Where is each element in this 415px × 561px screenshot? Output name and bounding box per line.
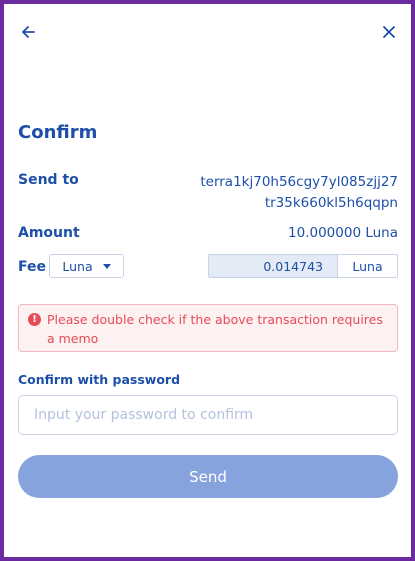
fee-field: 0.014743 Luna — [208, 254, 398, 278]
amount-value: 10.000000 Luna — [288, 225, 398, 241]
recipient-address: terra1kj70h56cgy7yl085zjj27tr35k660kl5h6… — [200, 174, 398, 211]
back-button[interactable] — [16, 20, 40, 44]
alert-circle-icon: ! — [28, 313, 41, 326]
confirm-dialog: Confirm Send to terra1kj70h56cgy7yl085zj… — [4, 4, 411, 557]
fee-denom-select[interactable]: Luna — [49, 254, 124, 278]
amount-label: Amount — [18, 225, 80, 241]
send-button[interactable]: Send — [18, 455, 398, 498]
fee-unit: Luna — [352, 258, 383, 274]
page-title: Confirm — [18, 122, 98, 143]
password-label: Confirm with password — [18, 372, 181, 387]
chevron-down-icon — [102, 263, 111, 269]
arrow-left-icon — [22, 26, 35, 38]
password-input[interactable] — [18, 395, 398, 435]
fee-denom-selected: Luna — [62, 258, 93, 274]
close-icon — [383, 26, 395, 38]
warning-text: Please double check if the above transac… — [47, 312, 383, 346]
fee-amount-value: 0.014743 — [209, 255, 338, 277]
memo-warning: ! Please double check if the above trans… — [18, 304, 398, 352]
fee-label: Fee — [18, 259, 46, 275]
close-button[interactable] — [377, 20, 401, 44]
send-to-label: Send to — [18, 172, 79, 188]
